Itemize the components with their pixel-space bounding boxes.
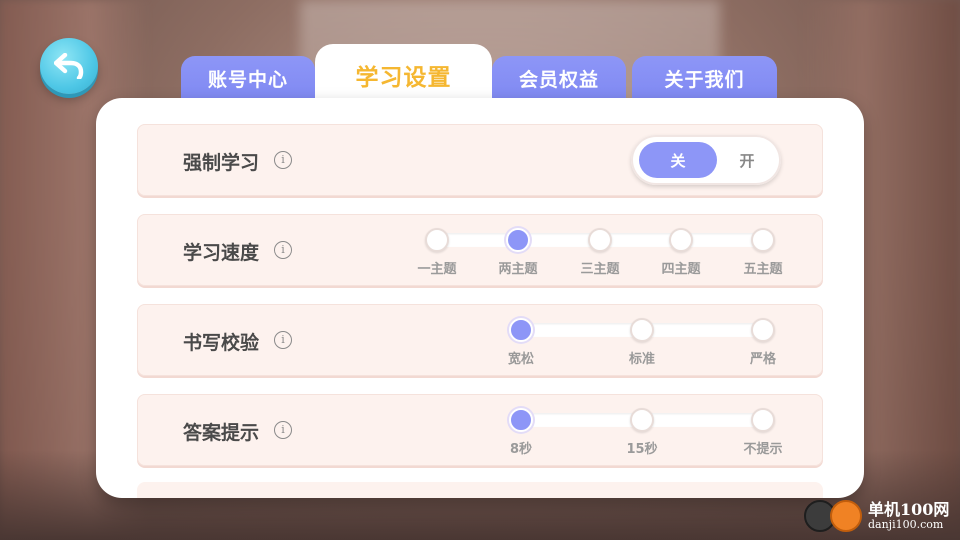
answer-hint-option-1[interactable]: [509, 408, 533, 432]
setting-row-forced-study: 强制学习 i 关 开: [137, 124, 823, 196]
study-speed-option-label[interactable]: 三主题: [560, 258, 640, 277]
study-speed-option-3[interactable]: [588, 228, 612, 252]
info-icon[interactable]: i: [274, 421, 292, 439]
tab-account-center[interactable]: 账号中心: [181, 56, 315, 104]
info-icon[interactable]: i: [274, 241, 292, 259]
watermark-url: danji100.com: [868, 518, 944, 531]
answer-hint-option-2[interactable]: [630, 408, 654, 432]
watermark-logo-right: [830, 500, 862, 532]
writing-check-label: 书写校验: [183, 332, 260, 354]
study-speed-option-4[interactable]: [669, 228, 693, 252]
writing-check-option-label[interactable]: 宽松: [481, 348, 561, 367]
setting-row-writing-check: 书写校验 i 宽松 标准 严格: [137, 304, 823, 376]
study-speed-option-5[interactable]: [751, 228, 775, 252]
study-speed-option-2[interactable]: [506, 228, 530, 252]
back-button[interactable]: [40, 38, 98, 94]
settings-panel: 强制学习 i 关 开 学习速度 i 一主题 两主题 三主题 四主题 五主题 书写…: [96, 98, 864, 498]
tab-about-us[interactable]: 关于我们: [632, 56, 777, 104]
answer-hint-option-label[interactable]: 不提示: [723, 438, 803, 457]
study-speed-option-label[interactable]: 四主题: [641, 258, 721, 277]
forced-study-toggle[interactable]: 关 开: [631, 135, 781, 185]
toggle-on-option[interactable]: 开: [723, 142, 771, 178]
setting-row-answer-hint: 答案提示 i 8秒 15秒 不提示: [137, 394, 823, 466]
tab-study-settings[interactable]: 学习设置: [315, 44, 492, 106]
info-icon[interactable]: i: [274, 331, 292, 349]
toggle-off-option[interactable]: 关: [639, 142, 717, 178]
answer-hint-option-label[interactable]: 8秒: [481, 438, 561, 457]
study-speed-label: 学习速度: [183, 242, 260, 264]
answer-hint-option-label[interactable]: 15秒: [602, 438, 682, 457]
watermark-title: 单机100网: [868, 500, 950, 519]
study-speed-option-label[interactable]: 五主题: [723, 258, 803, 277]
study-speed-option-1[interactable]: [425, 228, 449, 252]
writing-check-option-label[interactable]: 严格: [723, 348, 803, 367]
site-watermark: 单机100网 danji100.com: [804, 498, 954, 534]
back-arrow-icon: [54, 53, 84, 79]
study-speed-option-label[interactable]: 一主题: [397, 258, 477, 277]
setting-row-study-speed: 学习速度 i 一主题 两主题 三主题 四主题 五主题: [137, 214, 823, 286]
setting-row-partial: [137, 482, 823, 498]
writing-check-option-3[interactable]: [751, 318, 775, 342]
tab-membership-benefits[interactable]: 会员权益: [492, 56, 626, 104]
forced-study-label: 强制学习: [183, 152, 260, 174]
writing-check-option-2[interactable]: [630, 318, 654, 342]
answer-hint-label: 答案提示: [183, 422, 260, 444]
answer-hint-option-3[interactable]: [751, 408, 775, 432]
writing-check-option-label[interactable]: 标准: [602, 348, 682, 367]
study-speed-option-label[interactable]: 两主题: [478, 258, 558, 277]
writing-check-option-1[interactable]: [509, 318, 533, 342]
info-icon[interactable]: i: [274, 151, 292, 169]
